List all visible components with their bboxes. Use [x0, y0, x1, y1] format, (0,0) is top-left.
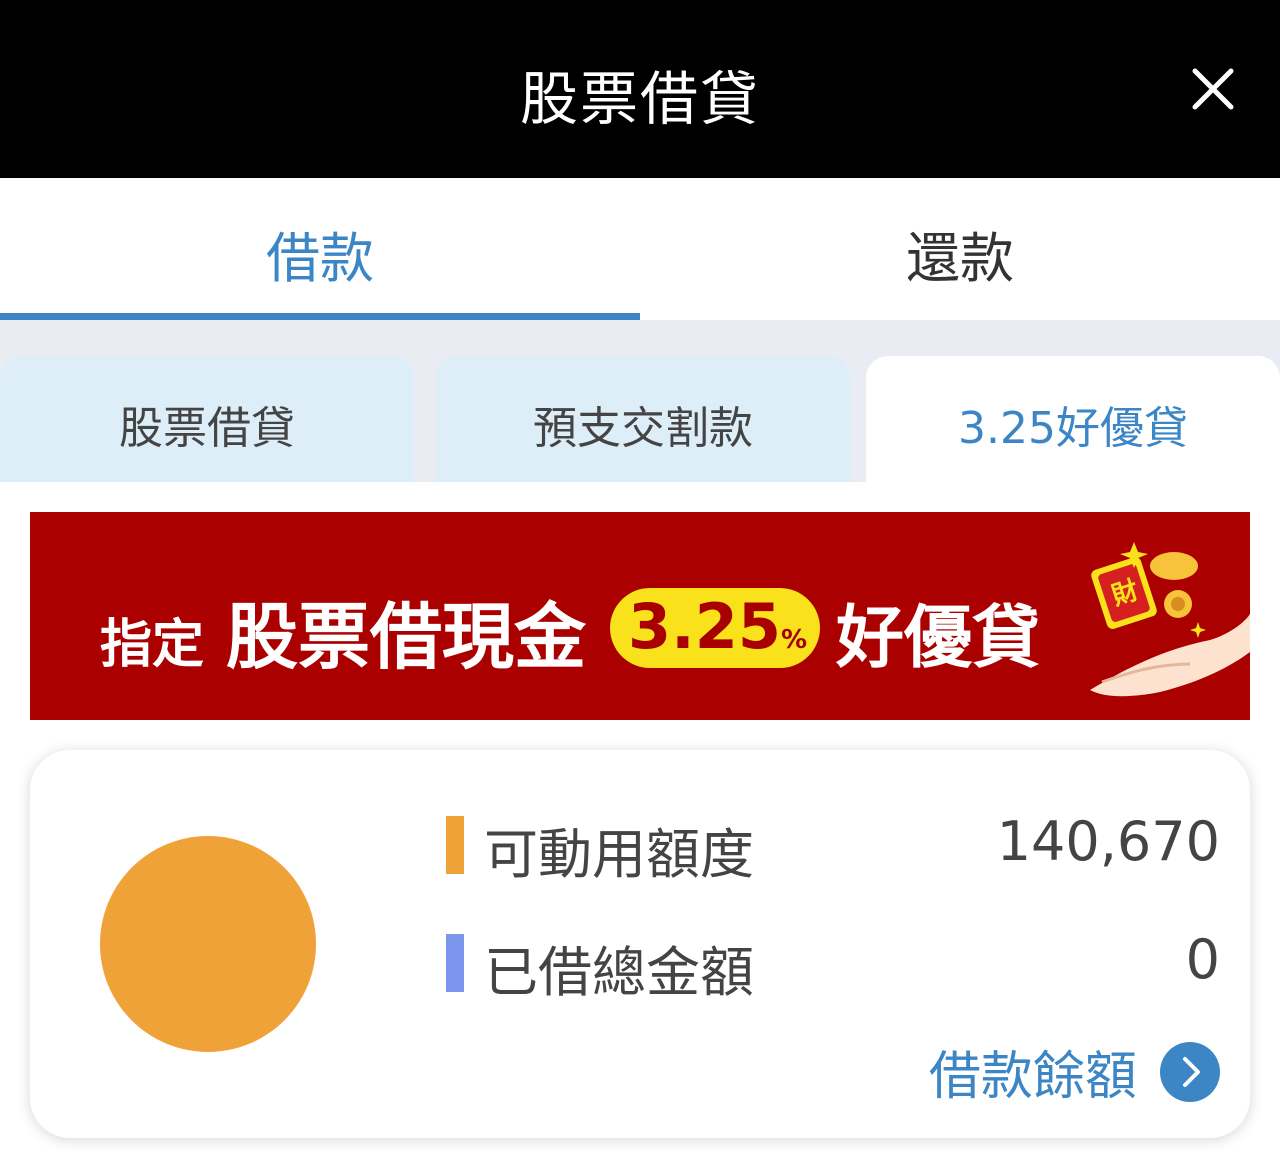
- available-credit-row: 可動用額度 140,670: [446, 810, 1220, 886]
- credit-pie-chart: [100, 836, 316, 1052]
- page-title: 股票借貸: [519, 65, 760, 133]
- subtab-325-loan-label: 3.25好優貸: [958, 403, 1188, 454]
- subtab-advance-settlement[interactable]: 預支交割款: [436, 356, 850, 482]
- header-bar: 股票借貸: [0, 0, 1280, 178]
- credit-summary-card: 可動用額度 140,670 已借總金額 0 借款餘額: [30, 750, 1250, 1138]
- tab-repay[interactable]: 還款: [640, 178, 1280, 320]
- borrowed-total-marker: [446, 934, 464, 992]
- banner-rate: 3.25%: [628, 590, 807, 663]
- red-envelope-hand-icon: 財: [1090, 542, 1250, 697]
- borrowed-total-value: 0: [1185, 928, 1220, 991]
- available-credit-label: 可動用額度: [484, 823, 754, 886]
- borrowed-total-label: 已借總金額: [484, 941, 754, 1004]
- banner-prefix: 指定: [100, 615, 205, 675]
- tab-borrow[interactable]: 借款: [0, 178, 640, 320]
- tab-borrow-label: 借款: [266, 227, 374, 290]
- loan-balance-link[interactable]: 借款餘額: [929, 1034, 1220, 1107]
- available-credit-value: 140,670: [996, 810, 1220, 873]
- subtab-advance-settlement-label: 預支交割款: [533, 403, 753, 454]
- sub-tabs: 股票借貸 預支交割款 3.25好優貸: [0, 356, 1280, 482]
- close-icon: [1192, 68, 1234, 110]
- loan-balance-label: 借款餘額: [928, 1047, 1137, 1107]
- chevron-right-icon: [1160, 1041, 1220, 1102]
- banner-rate-unit: %: [780, 625, 808, 655]
- banner-suffix: 好優貸: [836, 599, 1041, 678]
- subtab-325-loan[interactable]: 3.25好優貸: [866, 356, 1280, 482]
- subtab-stock-lending-label: 股票借貸: [119, 403, 295, 454]
- banner-headline: 股票借現金: [226, 595, 587, 679]
- content-area: 指定 股票借現金 3.25% 好優貸 財 可動用額度 140,670 已借總金額: [0, 482, 1280, 1163]
- main-tabs: 借款 還款: [0, 178, 1280, 320]
- promo-banner[interactable]: 指定 股票借現金 3.25% 好優貸 財: [30, 512, 1250, 720]
- borrowed-total-row: 已借總金額 0: [446, 928, 1220, 1004]
- active-tab-indicator: [0, 313, 640, 320]
- subtab-stock-lending[interactable]: 股票借貸: [0, 356, 414, 482]
- banner-rate-number: 3.25: [628, 590, 781, 663]
- tab-repay-label: 還款: [906, 227, 1014, 290]
- close-button[interactable]: [1190, 66, 1236, 112]
- available-credit-marker: [446, 816, 464, 874]
